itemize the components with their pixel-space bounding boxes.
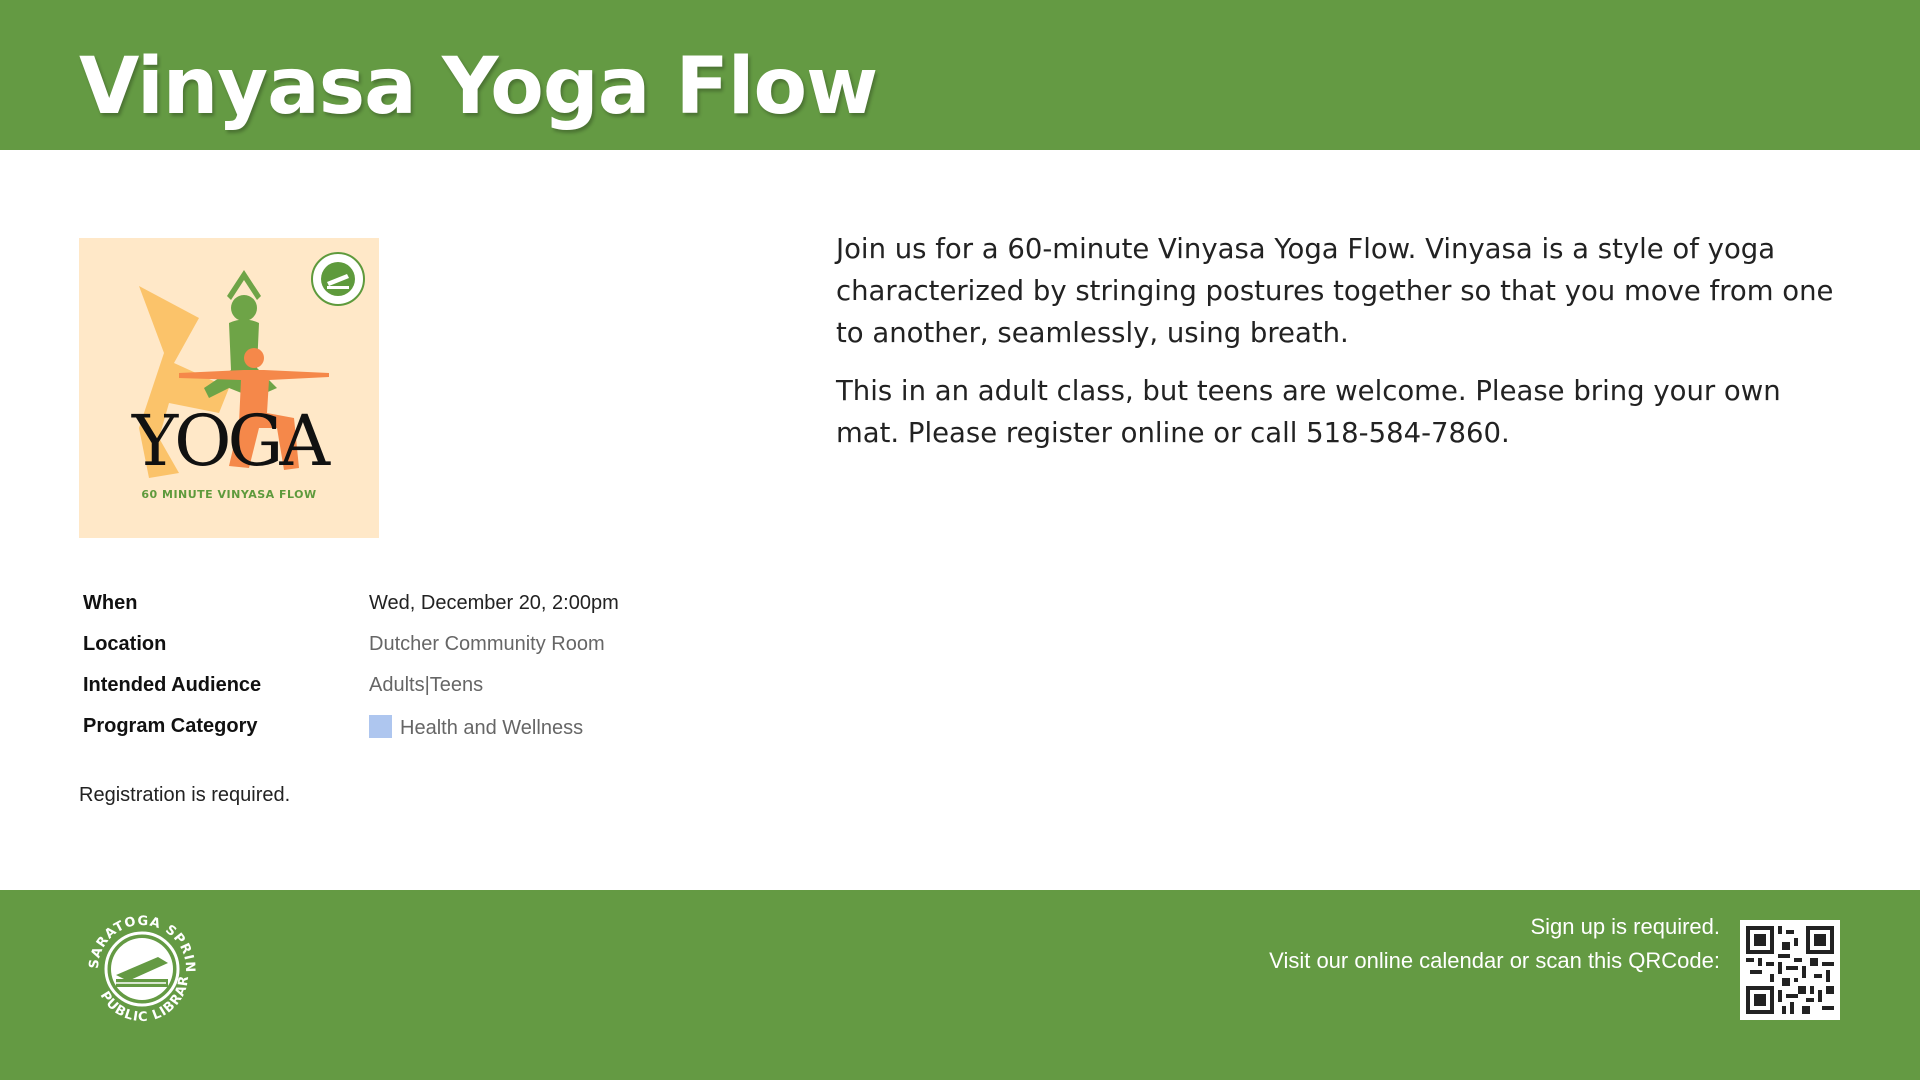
description-paragraph: Join us for a 60-minute Vinyasa Yoga Flo… bbox=[836, 233, 1834, 349]
header-bar: Vinyasa Yoga Flow bbox=[0, 0, 1920, 150]
calendar-qr-instruction: Visit our online calendar or scan this Q… bbox=[1269, 948, 1720, 973]
detail-value-category: Health and Wellness bbox=[369, 715, 583, 740]
footer-text: Sign up is required. Visit our online ca… bbox=[1269, 910, 1720, 978]
qr-code-icon[interactable] bbox=[1740, 920, 1840, 1020]
signup-required-text: Sign up is required. bbox=[1530, 914, 1720, 939]
poster-word: YOGA bbox=[131, 400, 330, 482]
registration-note: Registration is required. bbox=[79, 784, 291, 806]
detail-value: Dutcher Community Room bbox=[369, 633, 605, 655]
category-color-swatch bbox=[369, 715, 392, 738]
qr-code-graphic bbox=[1746, 926, 1834, 1014]
library-logo: SARATOGA SPRINGS PUBLIC LIBRARY bbox=[78, 905, 196, 1025]
poster-subtitle: 60 MINUTE VINYASA FLOW bbox=[141, 488, 317, 501]
detail-label: When bbox=[83, 592, 138, 614]
detail-value: Wed, December 20, 2:00pm bbox=[369, 592, 619, 614]
description-paragraph: This in an adult class, but teens are we… bbox=[836, 375, 1781, 449]
page-title: Vinyasa Yoga Flow bbox=[79, 42, 878, 132]
event-description: Join us for a 60-minute Vinyasa Yoga Flo… bbox=[836, 228, 1846, 470]
category-name: Health and Wellness bbox=[400, 717, 584, 739]
footer-bar: SARATOGA SPRINGS PUBLIC LIBRARY Sign up … bbox=[0, 890, 1920, 1080]
detail-label: Intended Audience bbox=[83, 674, 262, 696]
detail-label: Location bbox=[83, 633, 167, 655]
detail-label: Program Category bbox=[83, 715, 258, 737]
event-poster-image: YOGA 60 MINUTE VINYASA FLOW bbox=[79, 238, 379, 538]
detail-value: Adults|Teens bbox=[369, 674, 484, 696]
